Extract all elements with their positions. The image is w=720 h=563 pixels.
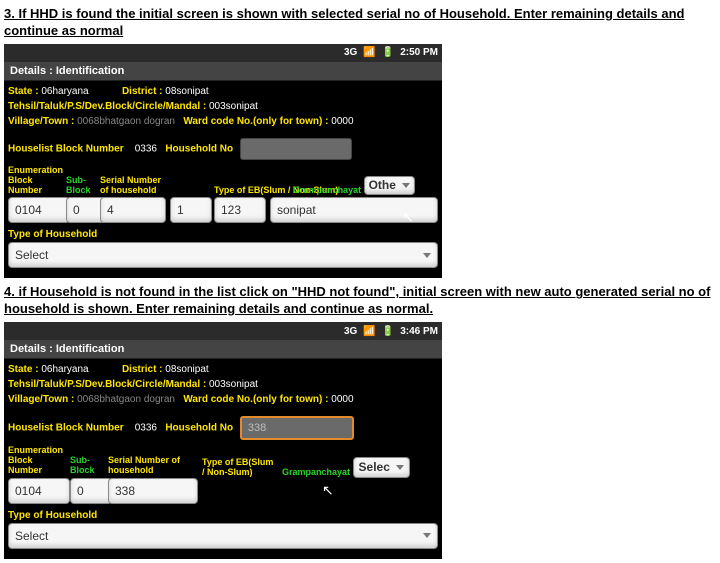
clock: 2:50 PM [400,47,438,58]
houselist-value: 0336 [135,423,157,434]
step3-instruction: 3. If HHD is found the initial screen is… [4,6,716,40]
houselist-value: 0336 [135,143,157,154]
village-value: 0068bhatgaon dogran [77,116,175,127]
screen-title: Details : Identification [4,340,442,359]
type-hh-label: Type of Household [8,229,438,240]
household-no-input[interactable] [240,138,352,160]
ward-label: Ward code No.(only for town) : [183,394,328,405]
step4-instruction: 4. if Household is not found in the list… [4,284,716,318]
phone-screen-b: 3G 📶 🔋 3:46 PM Details : Identification … [4,322,442,559]
household-no-label: Household No [165,143,233,154]
status-bar: 3G 📶 🔋 2:50 PM [4,44,442,62]
grampanchayat-label: Grampanchayat [282,468,350,478]
subblock-header: Sub-Block [66,173,96,195]
type-hh-select[interactable]: Select [8,242,438,268]
district-value: 08sonipat [165,86,208,97]
serial-header: Serial Number of household [108,454,198,476]
status-bar: 3G 📶 🔋 3:46 PM [4,322,442,340]
tehsil-value: 003sonipat [209,101,258,112]
cursor-icon: ↖ [402,209,414,226]
serial-value[interactable]: 338 [108,478,198,504]
state-label: State : [8,364,39,375]
ward-value: 0000 [331,116,353,127]
houselist-label: Houselist Block Number [8,143,124,154]
ebn-header: Enumeration Block Number [8,446,66,476]
type-eb-header: Type of EB(Slum / Non-Slum) [202,456,278,478]
household-no-input[interactable]: 338 [240,416,354,440]
signal-icon: 📶 [363,326,375,337]
extra1-value[interactable]: 1 [170,197,212,223]
cursor-icon: ↖ [322,482,334,499]
household-no-label: Household No [165,423,233,434]
subblock-header: Sub-Block [70,454,104,476]
tehsil-label: Tehsil/Taluk/P.S/Dev.Block/Circle/Mandal… [8,379,206,390]
type-eb-select[interactable]: Othe [364,176,415,195]
serial-header: Serial Number of household [100,173,166,195]
district-value: 08sonipat [165,364,208,375]
ebn-value[interactable]: 0104 [8,197,70,223]
battery-icon: 🔋 [382,326,394,337]
chevron-down-icon [402,183,410,188]
clock: 3:46 PM [400,326,438,337]
extra2-value[interactable]: 123 [214,197,266,223]
ward-label: Ward code No.(only for town) : [183,116,328,127]
signal-icon: 📶 [363,47,375,58]
village-label: Village/Town : [8,394,74,405]
network-icon: 3G [344,326,357,337]
screen-title: Details : Identification [4,62,442,81]
village-label: Village/Town : [8,116,74,127]
network-icon: 3G [344,47,357,58]
houselist-label: Houselist Block Number [8,423,124,434]
state-label: State : [8,86,39,97]
district-label: District : [122,364,163,375]
phone-screen-a: 3G 📶 🔋 2:50 PM Details : Identification … [4,44,442,279]
type-eb-select[interactable]: Selec [353,457,410,478]
district-label: District : [122,86,163,97]
chevron-down-icon [396,465,404,470]
type-hh-select[interactable]: Select [8,523,438,549]
spacer-header [170,173,210,195]
village-value: 0068bhatgaon dogran [77,394,175,405]
state-value: 06haryana [41,86,88,97]
type-eb-header: Type of EB(Slum / Non-Slum) [214,186,260,196]
ebn-value[interactable]: 0104 [8,478,70,504]
subblock-value[interactable]: 0 [70,478,112,504]
ward-value: 0000 [331,394,353,405]
serial-value[interactable]: 4 [100,197,166,223]
tehsil-label: Tehsil/Taluk/P.S/Dev.Block/Circle/Mandal… [8,101,206,112]
state-value: 06haryana [41,364,88,375]
battery-icon: 🔋 [382,47,394,58]
grampanchayat-label: Grampanchayat [293,186,361,196]
chevron-down-icon [423,253,431,258]
tehsil-value: 003sonipat [209,379,258,390]
chevron-down-icon [423,533,431,538]
type-hh-label: Type of Household [8,510,438,521]
ebn-header: Enumeration Block Number [8,166,62,196]
